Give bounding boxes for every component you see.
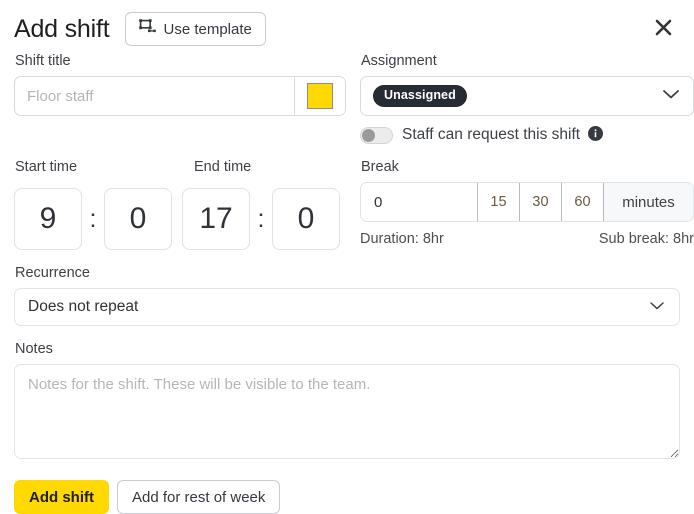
break-meta-row: Duration: 8hr Sub break: 8hr: [360, 231, 694, 247]
recurrence-select[interactable]: Does not repeat: [14, 288, 680, 326]
shift-title-input-wrap: [14, 76, 346, 116]
recurrence-field: Recurrence Does not repeat: [14, 264, 680, 326]
shift-title-input[interactable]: [15, 77, 294, 115]
add-shift-button[interactable]: Add shift: [14, 480, 109, 514]
chevron-down-icon: [648, 298, 666, 316]
break-input-group: 15 30 60 minutes: [360, 182, 694, 222]
break-preset-60[interactable]: 60: [561, 183, 604, 221]
close-button[interactable]: [646, 12, 680, 46]
chevron-down-icon: [661, 87, 681, 105]
dialog-footer: Add shift Add for rest of week: [14, 480, 680, 514]
add-shift-dialog: Add shift Use template Shift title Floor…: [0, 0, 694, 514]
close-icon: [654, 18, 673, 40]
notes-field: Notes: [14, 340, 680, 464]
toggle-knob: [362, 128, 375, 142]
staff-request-label-wrap: Staff can request this shift: [402, 126, 604, 144]
end-time-separator: :: [257, 204, 265, 233]
notes-textarea[interactable]: [14, 364, 680, 459]
staff-request-toggle[interactable]: [360, 126, 393, 144]
row-time-break: Start time End time : : Break 15 30 60 m…: [14, 158, 694, 250]
color-swatch: [307, 83, 333, 109]
dialog-header: Add shift Use template: [14, 0, 680, 52]
notes-label: Notes: [15, 341, 53, 357]
break-preset-15[interactable]: 15: [477, 183, 520, 221]
break-minutes-input[interactable]: [361, 183, 478, 221]
staff-request-label: Staff can request this shift: [402, 126, 581, 143]
end-hour-input[interactable]: [182, 188, 250, 250]
break-field: Break 15 30 60 minutes Duration: 8hr Sub…: [360, 158, 694, 250]
break-preset-30[interactable]: 30: [519, 183, 562, 221]
shift-title-field: Shift title: [14, 52, 346, 144]
break-unit-label: minutes: [604, 183, 693, 221]
sub-break-text: Sub break: 8hr: [598, 231, 694, 247]
end-minute-input[interactable]: [272, 188, 340, 250]
recurrence-selected: Does not repeat: [28, 298, 139, 315]
color-swatch-button[interactable]: [294, 77, 345, 115]
row-title-assignment: Shift title Assignment Unassigned: [14, 52, 694, 144]
staff-request-toggle-row: Staff can request this shift: [360, 126, 694, 144]
page-title: Add shift: [14, 14, 110, 43]
recurrence-label: Recurrence: [15, 265, 90, 281]
end-time-label: End time: [194, 159, 252, 175]
info-icon[interactable]: [588, 126, 604, 141]
start-minute-input[interactable]: [104, 188, 172, 250]
shift-title-label: Shift title: [15, 53, 71, 69]
time-fields: Start time End time : :: [14, 158, 346, 250]
start-hour-input[interactable]: [14, 188, 82, 250]
assignment-select[interactable]: Unassigned: [360, 76, 694, 116]
use-template-label: Use template: [163, 20, 252, 38]
start-time-separator: :: [89, 204, 97, 233]
time-labels: Start time End time: [14, 158, 346, 182]
time-inputs: : :: [14, 188, 346, 250]
assignment-field: Assignment Unassigned Staff can request …: [360, 52, 694, 144]
duration-text: Duration: 8hr: [360, 231, 444, 247]
start-time-label: Start time: [15, 159, 78, 175]
break-label: Break: [361, 159, 399, 175]
assignment-selected-pill: Unassigned: [373, 85, 467, 107]
assignment-label: Assignment: [361, 53, 437, 69]
template-icon: [139, 18, 157, 40]
use-template-button[interactable]: Use template: [125, 12, 266, 46]
add-rest-of-week-button[interactable]: Add for rest of week: [117, 480, 281, 514]
